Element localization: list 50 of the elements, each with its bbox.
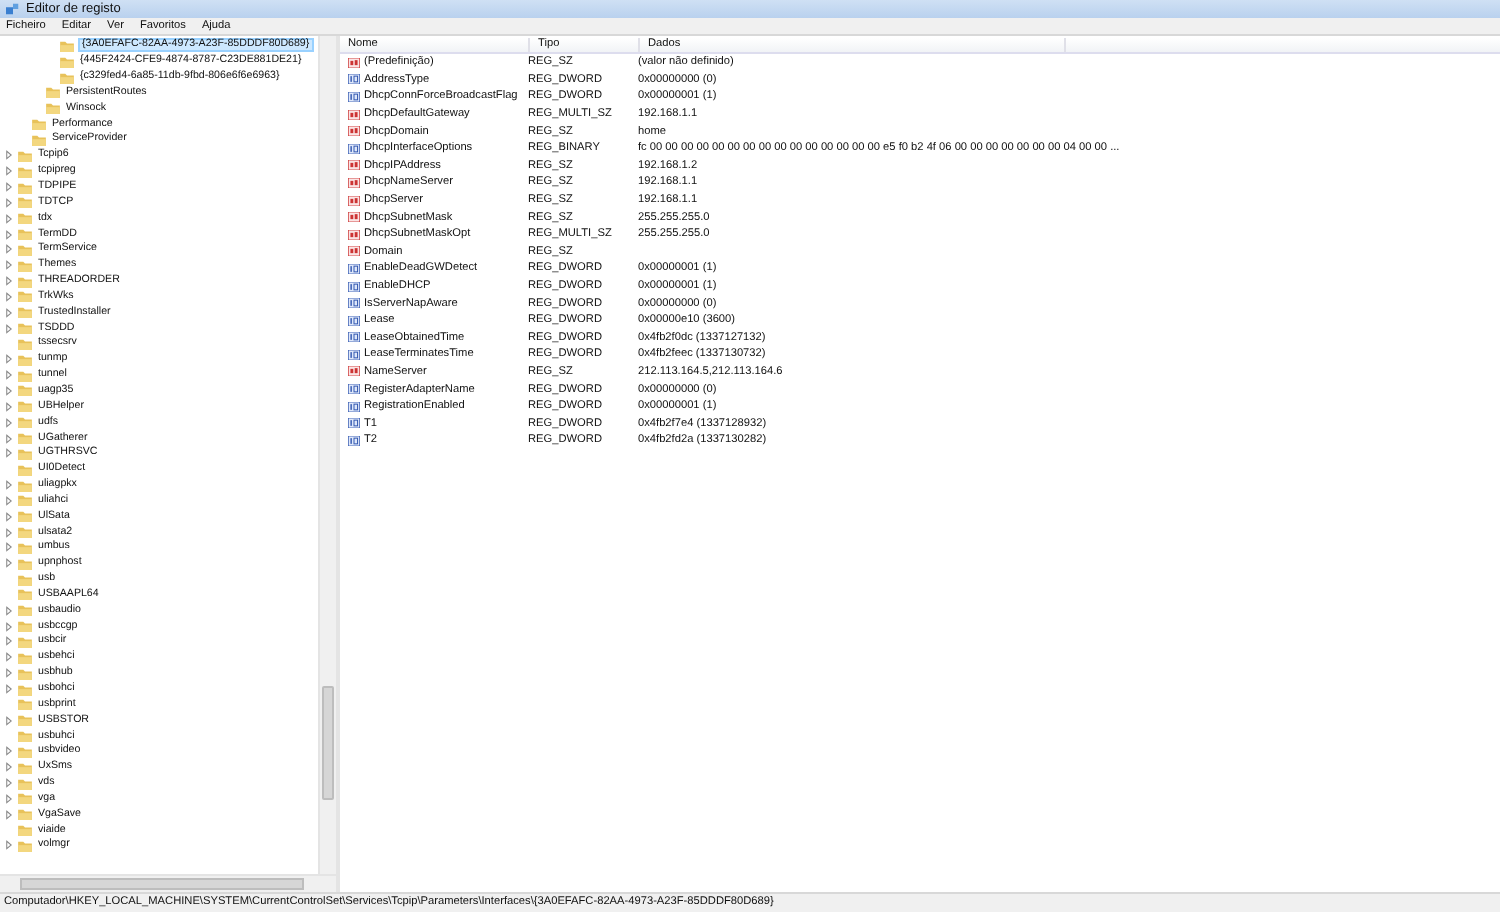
- vertical-scrollbar[interactable]: [318, 36, 336, 874]
- scrollbar-thumb[interactable]: [322, 686, 334, 800]
- folder-icon: [18, 353, 32, 366]
- folder-icon: [18, 651, 32, 664]
- folder-icon: [46, 102, 60, 115]
- binary-value-icon: [348, 435, 360, 446]
- folder-icon: [18, 259, 32, 272]
- string-value-icon: [348, 195, 360, 206]
- folder-icon: [18, 306, 32, 319]
- folder-icon: [18, 510, 32, 523]
- binary-value-icon: [348, 384, 360, 395]
- folder-icon: [18, 604, 32, 617]
- string-value-icon: [348, 366, 360, 377]
- binary-value-icon: [348, 143, 360, 154]
- string-value-icon: [348, 212, 360, 223]
- folder-icon: [18, 416, 32, 429]
- folder-icon: [18, 463, 32, 476]
- binary-value-icon: [348, 91, 360, 102]
- folder-icon: [60, 55, 74, 68]
- binary-value-icon: [348, 349, 360, 360]
- string-value-icon: [348, 126, 360, 137]
- folder-icon: [18, 761, 32, 774]
- folder-icon: [18, 557, 32, 570]
- binary-value-icon: [348, 263, 360, 274]
- binary-value-icon: [348, 315, 360, 326]
- folder-icon: [18, 165, 32, 178]
- binary-value-icon: [348, 332, 360, 343]
- folder-icon: [18, 400, 32, 413]
- folder-icon: [18, 667, 32, 680]
- scrollbar-thumb[interactable]: [20, 878, 304, 890]
- expand-arrow-icon[interactable]: [6, 714, 14, 727]
- folder-icon: [18, 714, 32, 727]
- binary-value-icon: [348, 401, 360, 412]
- string-value-icon: [348, 177, 360, 188]
- folder-icon: [18, 808, 32, 821]
- binary-value-icon: [348, 281, 360, 292]
- string-value-icon: [348, 57, 360, 68]
- folder-icon: [60, 39, 74, 52]
- binary-value-icon: [348, 74, 360, 85]
- string-value-icon: [348, 229, 360, 240]
- registry-cubes-icon: [6, 2, 20, 16]
- string-value-icon: [348, 109, 360, 120]
- binary-value-icon: [348, 418, 360, 429]
- expand-arrow-icon[interactable]: [6, 839, 14, 852]
- horizontal-scrollbar[interactable]: [0, 874, 336, 892]
- string-value-icon: [348, 160, 360, 171]
- folder-icon: [18, 149, 32, 162]
- string-value-icon: [348, 246, 360, 257]
- folder-icon: [18, 212, 32, 225]
- binary-value-icon: [348, 298, 360, 309]
